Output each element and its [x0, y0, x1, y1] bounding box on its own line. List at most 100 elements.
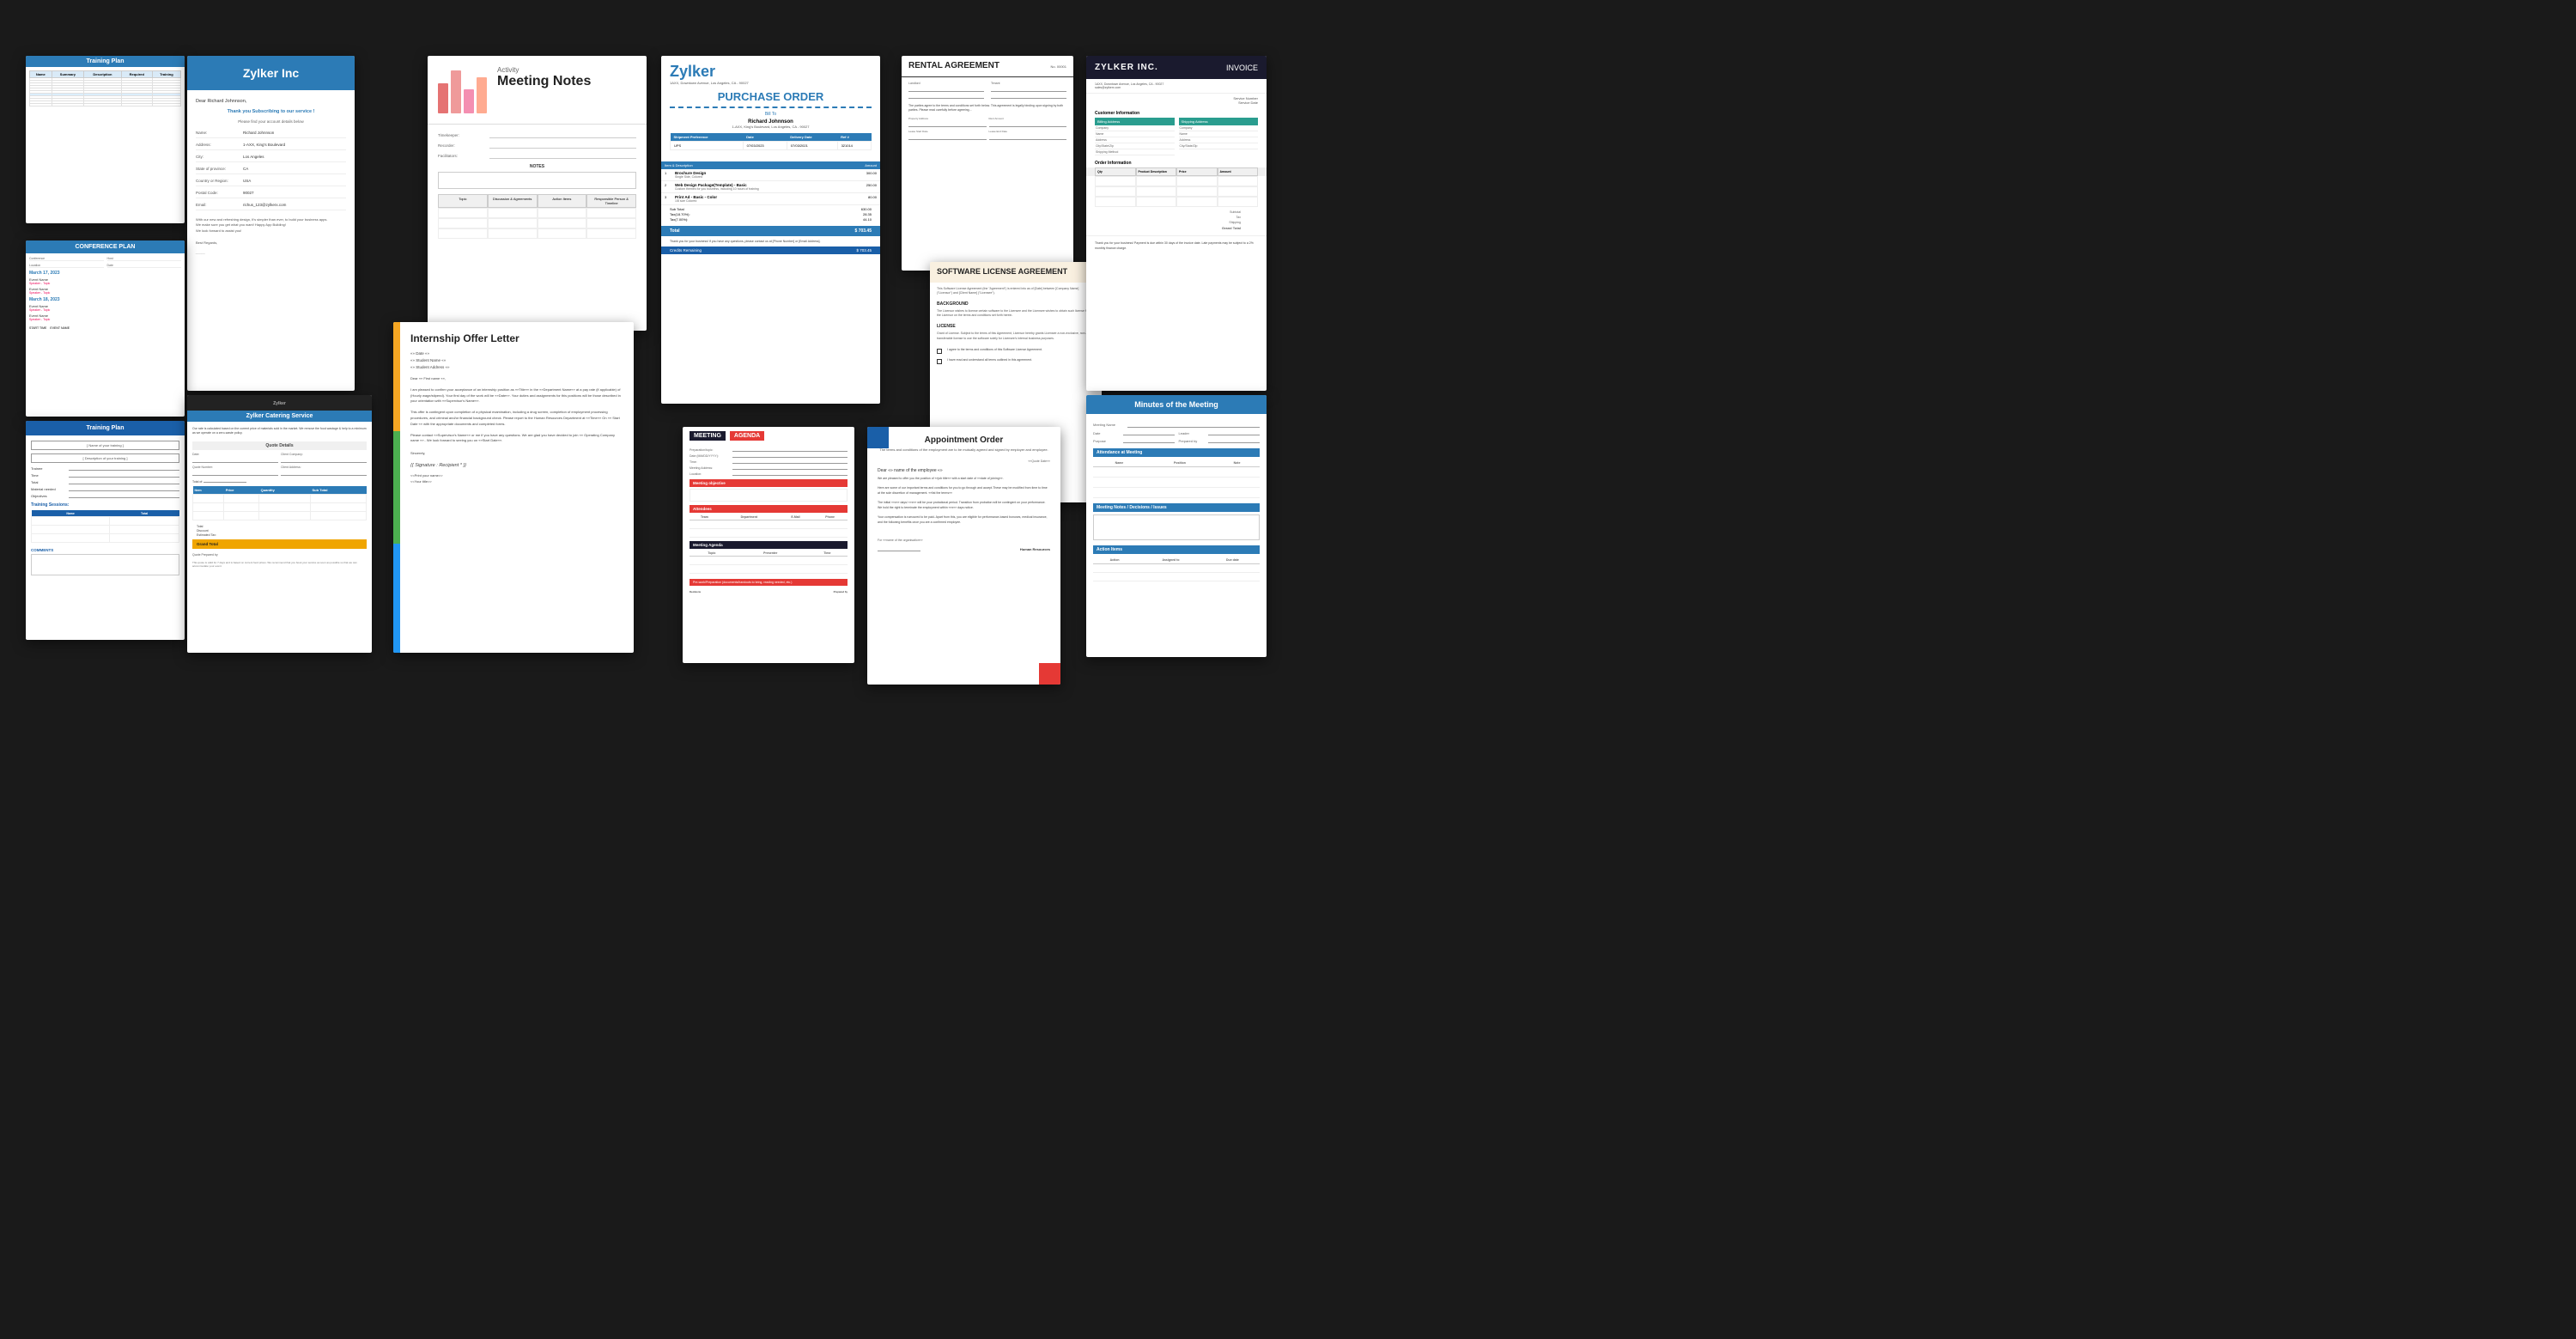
doc3-activity: Activity — [497, 66, 591, 74]
doc4-items-header: Item & Description Amount — [661, 161, 880, 169]
doc6-license-title: LICENSE — [937, 323, 1095, 330]
doc13-body2: Here are some of our important terms and… — [878, 486, 1050, 496]
doc10-company: Zylker — [187, 395, 372, 411]
doc10-description: Our rate is calculated based on the curr… — [192, 427, 367, 436]
doc3-field-recorder: Recorder: — [438, 142, 636, 149]
doc12-body: Preparation/topic: Date (MM/DD/YYYY): Ti… — [683, 445, 854, 599]
doc1-table: Name Summary Description Required Traini… — [29, 70, 181, 107]
sidebar-mid — [393, 431, 400, 544]
doc8-title: CONFERENCE PLAN — [26, 240, 185, 253]
doc13-dept: Human Resources — [1020, 547, 1050, 551]
doc6-header: SOFTWARE LICENSE AGREEMENT — [930, 262, 1102, 283]
doc6-title: SOFTWARE LICENSE AGREEMENT — [937, 267, 1095, 277]
doc3-field-facilitators: Facilitators: — [438, 152, 636, 159]
doc7-footer: Thank you for your business! Payment is … — [1086, 235, 1267, 256]
col-summary: Summary — [52, 71, 83, 78]
checkbox-icon — [937, 349, 942, 354]
doc11-dear: Dear «» First name «», — [410, 376, 623, 382]
table-row — [32, 517, 179, 526]
doc4-header: Zylker 1AXX, Downtown Avenue, Los Angele… — [661, 56, 880, 161]
doc6-license-text: Grant of License. Subject to the terms o… — [937, 332, 1095, 341]
doc7-order-header: Qty Product Description Price Amount — [1086, 167, 1267, 176]
doc10-totals: Total Discount Estimated Tax: Grand Tota… — [192, 525, 367, 549]
doc8-fields-row2: Location Date — [29, 264, 181, 268]
list-item: 2 Web Design Package(Template) - Basic C… — [661, 181, 880, 193]
table-row — [1093, 488, 1260, 498]
table-row — [1086, 197, 1267, 207]
doc14-notes-section: Meeting Notes / Decisions / Issues — [1093, 503, 1260, 512]
doc10-footer: This quote is valid for 7 days and is ba… — [192, 561, 367, 569]
doc12-date-field: Date (MM/DD/YYYY): — [690, 454, 848, 458]
doc7-service-info: Service Number Service Date — [1086, 94, 1267, 107]
doc14-title: Minutes of the Meeting — [1086, 395, 1267, 414]
doc2-field-city: City: Los Angeles — [196, 155, 346, 162]
doc3-notes-label: NOTES — [438, 164, 636, 169]
bar3 — [464, 89, 474, 113]
doc11-sign-name: <<Print your name>> — [410, 473, 623, 479]
table-row — [32, 526, 179, 534]
doc2-thanks: Thank you Subscribing to our service ! — [196, 109, 346, 114]
doc5-header: RENTAL AGREEMENT No. 00001 — [902, 56, 1073, 77]
table-row — [1093, 467, 1260, 478]
training-plan-small-doc: Training Plan Name Summary Description R… — [26, 56, 185, 223]
doc4-title: PURCHASE ORDER — [670, 90, 872, 103]
doc12-location-field: Location: — [690, 472, 848, 476]
doc6-preamble: This Software License Agreement (the "Ag… — [937, 287, 1095, 296]
doc13-content: Appointment Order The terms and conditio… — [867, 427, 1060, 560]
doc4-thank-you: Thank you for your business! If you have… — [661, 236, 880, 246]
table-row — [193, 494, 367, 502]
doc1-body: Name Summary Description Required Traini… — [26, 67, 185, 110]
doc2-company: Zylker Inc — [187, 56, 355, 90]
doc11-title: Internship Offer Letter — [410, 332, 623, 344]
doc12-decisions: Decisions Prepared by — [690, 588, 848, 595]
table-row — [690, 565, 848, 574]
doc9-name-label: [ Name of your training ] — [31, 441, 179, 450]
rental-agreement-doc: RENTAL AGREEMENT No. 00001 Landlord Tena… — [902, 56, 1073, 271]
corner-bottom-right — [1039, 663, 1060, 685]
doc13-subtitle: The terms and conditions of the employme… — [878, 447, 1050, 453]
doc5-parties: Landlord Tenant — [908, 82, 1066, 99]
doc13-dear: Dear «» name of the employee «» — [878, 468, 1050, 473]
doc9-comments-label: COMMENTS — [31, 548, 179, 552]
doc11-para1: I am pleased to confirm your acceptance … — [410, 387, 623, 405]
doc8-events1: Event Name Speaker - Topic Event Name Sp… — [29, 277, 181, 295]
doc14-action-table: Action Assigned to Due date — [1093, 557, 1260, 581]
doc13-body3: The initial «»x«» days/ «»x«» will be yo… — [878, 501, 1050, 511]
table-row — [30, 104, 181, 107]
doc9-trainee-field: Trainee — [31, 466, 179, 471]
doc4-credits: Credits Remaining$ 703.45 — [661, 246, 880, 254]
doc10-quote-title: Quote Details — [192, 441, 367, 450]
doc14-body: Meeting Name Date Leader Purpose Prepare… — [1086, 414, 1267, 588]
doc14-attendance-section: Attendance at Meeting — [1093, 448, 1260, 457]
doc10-quote-by: Quote Prepared by — [192, 553, 367, 557]
doc9-title: Training Plan — [26, 421, 185, 435]
doc3-title-area: Activity Meeting Notes — [497, 66, 591, 89]
table-row — [438, 228, 636, 239]
doc5-tenant: Tenant — [991, 82, 1066, 99]
doc10-service-title: Zylker Catering Service — [187, 411, 372, 422]
list-item: 1 Brochure Design Single Side, Colored 3… — [661, 169, 880, 181]
table-row — [690, 520, 848, 529]
doc5-landlord: Landlord — [908, 82, 984, 99]
table-row: UPS 07/03/2023 07/03/2021 321014 — [671, 142, 872, 150]
doc11-sign-title: <<Your title>> — [410, 479, 623, 485]
doc3-bars — [438, 66, 487, 113]
doc9-sessions-table: NameTotal — [31, 510, 179, 543]
doc7-address: 1AXX, Downtown Avenue, Los Angeles, CA -… — [1086, 79, 1267, 94]
bar2 — [451, 70, 461, 113]
doc9-comments-box — [31, 554, 179, 575]
doc7-billing: Billing Address Company Name Address Cit… — [1095, 118, 1175, 155]
table-row — [1093, 478, 1260, 488]
doc9-sessions-label: Training Sessions: — [31, 502, 179, 508]
doc1-title: Training Plan — [26, 56, 185, 67]
doc3-notes-box — [438, 172, 636, 189]
doc10-total-field: Total of: — [192, 480, 367, 484]
doc7-shipping: Shipping Address Company Name Address Ci… — [1179, 118, 1259, 155]
col-required: Required — [121, 71, 152, 78]
doc4-client-address: 1-AXX, King's Boulevard, Los Angeles, CA… — [670, 125, 872, 129]
doc9-body: [ Name of your training ] [ Description … — [26, 435, 185, 581]
doc12-address-field: Meeting Address: — [690, 466, 848, 470]
doc7-invoice-label: INVOICE — [1226, 64, 1258, 72]
doc2-field-name: Name: Richard Johnnson — [196, 131, 346, 138]
doc2-field-postal: Postal Code: 90027 — [196, 191, 346, 198]
